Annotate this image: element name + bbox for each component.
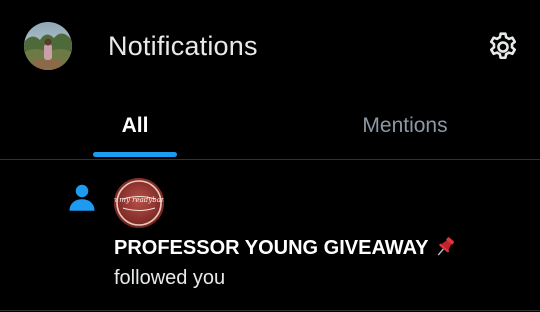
active-tab-indicator — [93, 152, 177, 157]
top-app-bar: Notifications — [0, 0, 540, 92]
notification-action-text: followed you — [114, 267, 226, 289]
notification-tabs: All Mentions — [0, 92, 540, 160]
notification-item[interactable]: oh my readybank PROFESSOR YOUNG GIVEAWAY… — [0, 160, 540, 312]
notification-name-line: PROFESSOR YOUNG GIVEAWAY — [114, 236, 457, 261]
avatar-image — [24, 22, 72, 70]
tab-mentions-label: Mentions — [362, 114, 448, 137]
settings-button[interactable] — [484, 28, 522, 66]
follower-avatar-image: oh my readybank — [114, 178, 164, 228]
avatar-logo-text: oh my readybank — [114, 196, 164, 204]
follower-name[interactable]: PROFESSOR YOUNG GIVEAWAY — [114, 237, 429, 259]
person-icon — [69, 184, 95, 211]
profile-avatar[interactable] — [24, 22, 72, 70]
row-divider — [0, 310, 540, 311]
gear-icon — [489, 32, 517, 60]
tab-mentions[interactable]: Mentions — [270, 92, 540, 159]
tab-all[interactable]: All — [0, 92, 270, 159]
tab-all-label: All — [121, 114, 149, 137]
pushpin-icon — [437, 236, 454, 256]
follower-avatar[interactable]: oh my readybank — [114, 178, 164, 228]
page-title: Notifications — [108, 31, 258, 61]
